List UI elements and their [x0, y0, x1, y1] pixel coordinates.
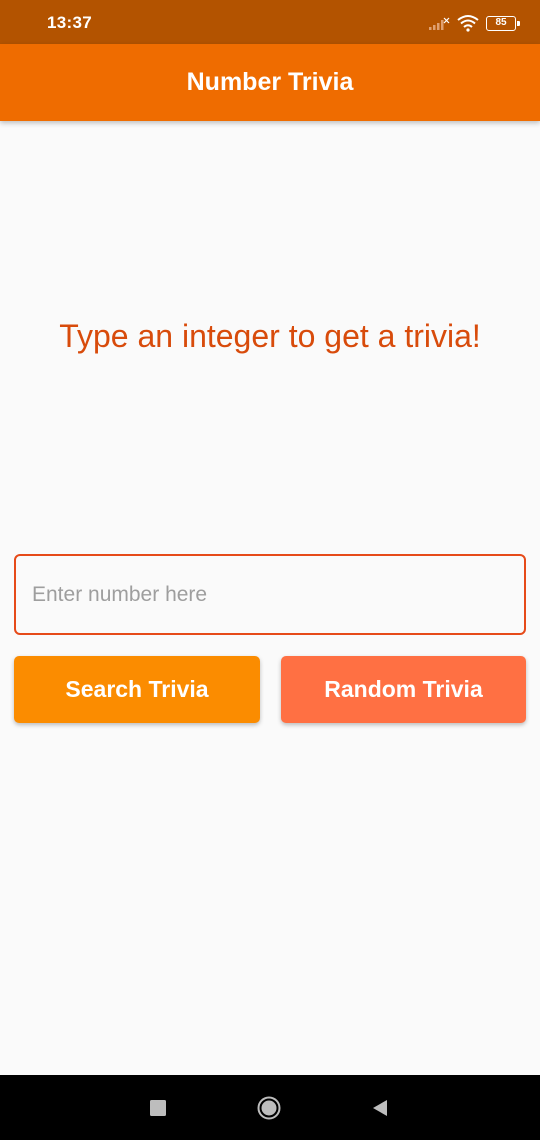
- status-bar: 13:37 85: [0, 0, 540, 44]
- prompt-text: Type an integer to get a trivia!: [59, 318, 481, 354]
- recents-icon[interactable]: [146, 1096, 170, 1120]
- battery-icon: 85: [486, 15, 520, 31]
- home-icon[interactable]: [257, 1096, 281, 1120]
- wifi-icon: [457, 15, 479, 32]
- battery-level: 85: [495, 17, 507, 28]
- status-icons: 85: [428, 13, 520, 33]
- navigation-bar: [0, 1075, 540, 1140]
- back-icon[interactable]: [368, 1096, 392, 1120]
- random-trivia-button[interactable]: Random Trivia: [281, 656, 526, 723]
- search-trivia-button[interactable]: Search Trivia: [14, 656, 260, 723]
- app-bar: Number Trivia: [0, 44, 540, 121]
- signal-icon: [429, 17, 450, 30]
- app-title: Number Trivia: [186, 68, 354, 96]
- number-input[interactable]: [14, 554, 526, 635]
- status-time: 13:37: [47, 13, 92, 32]
